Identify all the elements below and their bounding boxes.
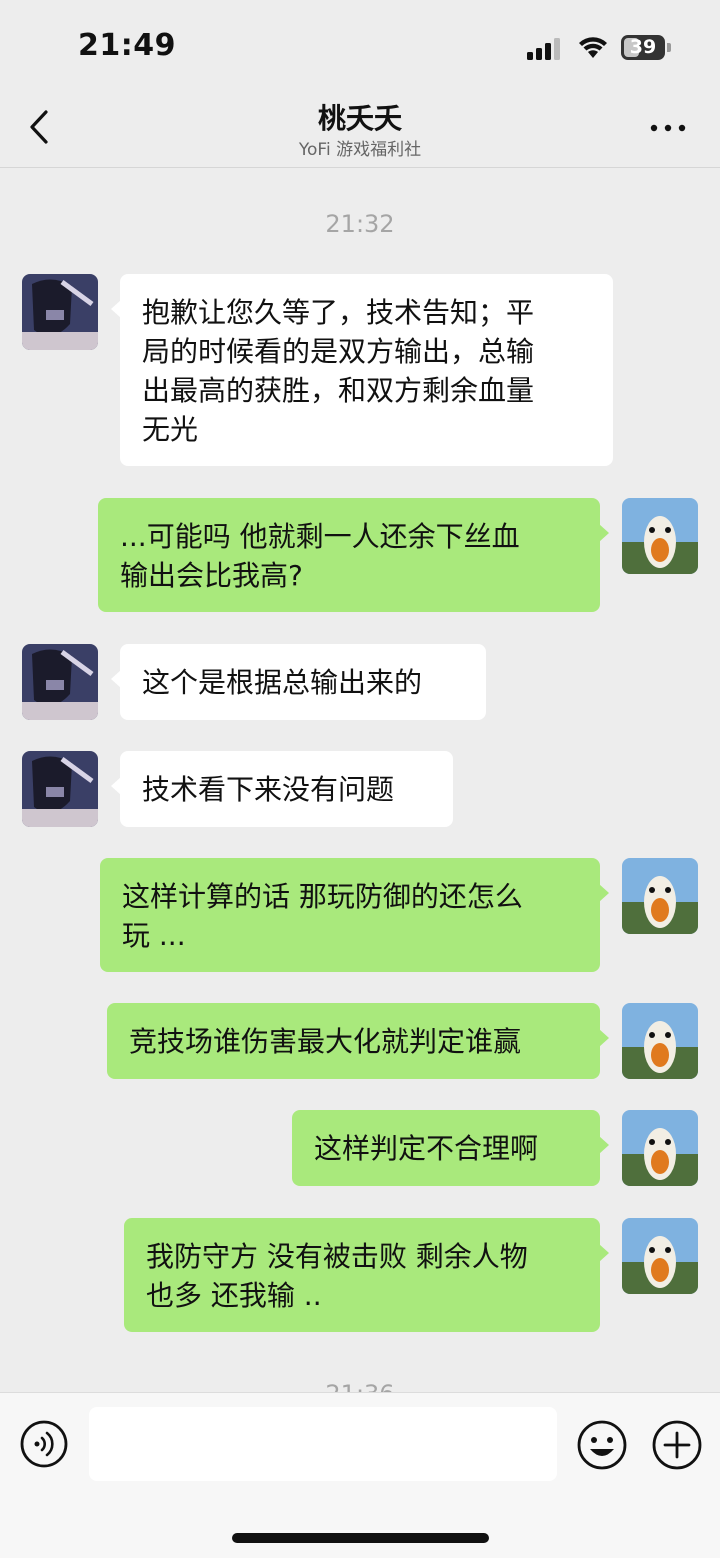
user-avatar[interactable] <box>622 1110 698 1186</box>
contact-avatar[interactable] <box>22 644 98 720</box>
message-line: 这个是根据总输出来的 <box>142 666 423 699</box>
chat-title: 桃夭夭 <box>317 102 402 135</box>
user-avatar[interactable] <box>622 1003 698 1079</box>
message-line: 玩 ... <box>122 919 186 952</box>
user-avatar[interactable] <box>622 1218 698 1294</box>
message-line: 也多 还我输 .. <box>146 1279 322 1312</box>
message-line: 这样判定不合理啊 <box>314 1132 539 1165</box>
plus-icon[interactable] <box>651 1419 703 1471</box>
chat-message-bubble[interactable]: ...可能吗 他就剩一人还余下丝血 输出会比我高? <box>98 498 609 612</box>
message-line: 局的时候看的是双方输出，总输 <box>142 335 535 368</box>
chat-message-bubble[interactable]: 这样计算的话 那玩防御的还怎么 玩 ... <box>100 858 609 972</box>
message-line: 出最高的获胜，和双方剩余血量 <box>142 374 535 407</box>
voice-icon[interactable] <box>19 1419 69 1469</box>
chat-message-bubble[interactable]: 这个是根据总输出来的 <box>111 644 486 720</box>
chat-message-bubble[interactable]: 抱歉让您久等了，技术告知；平 局的时候看的是双方输出，总输 出最高的获胜，和双方… <box>111 274 613 466</box>
home-indicator[interactable] <box>232 1533 489 1543</box>
battery-level: 39 <box>629 36 657 58</box>
cellular-signal-icon <box>527 38 560 60</box>
chat-subtitle: YoFi 游戏福利社 <box>298 140 422 160</box>
contact-avatar[interactable] <box>22 274 98 350</box>
chat-message-bubble[interactable]: 这样判定不合理啊 <box>292 1110 609 1186</box>
battery-icon: 39 <box>621 35 671 60</box>
input-bar <box>0 1392 720 1558</box>
message-line: 抱歉让您久等了，技术告知；平 <box>142 296 535 329</box>
chat-message-bubble[interactable]: 技术看下来没有问题 <box>111 751 453 827</box>
chat-header: 桃夭夭 YoFi 游戏福利社 <box>0 95 720 168</box>
status-bar: 21:49 39 <box>0 0 720 95</box>
emoji-icon[interactable] <box>576 1419 628 1471</box>
user-avatar[interactable] <box>622 498 698 574</box>
contact-avatar[interactable] <box>22 751 98 827</box>
status-time: 21:49 <box>78 28 176 63</box>
message-line: 输出会比我高? <box>120 559 303 592</box>
wifi-icon <box>579 37 607 58</box>
message-input[interactable] <box>89 1407 557 1481</box>
message-line: ...可能吗 他就剩一人还余下丝血 <box>120 520 520 553</box>
message-line: 竞技场谁伤害最大化就判定谁赢 <box>129 1025 522 1058</box>
message-timestamp: 21:36 <box>0 1380 720 1392</box>
message-line: 无光 <box>142 413 199 446</box>
user-avatar[interactable] <box>622 858 698 934</box>
message-timestamp: 21:32 <box>325 210 395 238</box>
message-line: 这样计算的话 那玩防御的还怎么 <box>122 880 523 913</box>
more-options-icon[interactable] <box>648 113 688 143</box>
chat-message-bubble[interactable]: 竞技场谁伤害最大化就判定谁赢 <box>107 1003 609 1079</box>
message-line: 技术看下来没有问题 <box>142 773 395 806</box>
chat-message-bubble[interactable]: 我防守方 没有被击败 剩余人物 也多 还我输 .. <box>124 1218 609 1332</box>
message-line: 我防守方 没有被击败 剩余人物 <box>146 1240 528 1273</box>
